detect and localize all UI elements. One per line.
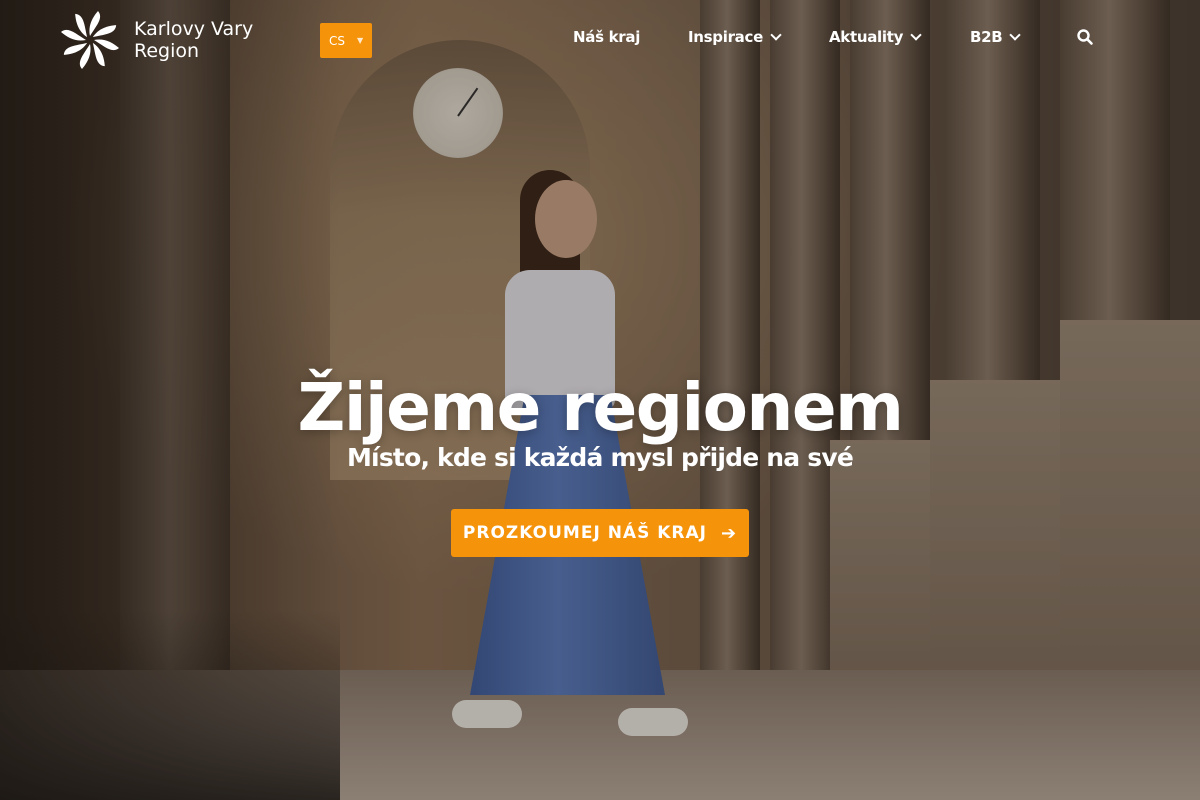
brand-name-line1: Karlovy Vary <box>134 18 254 40</box>
nav-item-nas-kraj[interactable]: Náš kraj <box>573 28 640 46</box>
hero-title: Žijeme regionem <box>297 369 904 447</box>
language-code: CS <box>329 33 345 48</box>
flower-logo-icon <box>61 11 119 69</box>
chevron-down-icon <box>910 29 922 41</box>
chevron-down-icon <box>1009 29 1022 41</box>
nav-item-b2b[interactable]: B2B <box>970 28 1022 46</box>
chevron-down-icon <box>770 29 782 41</box>
hero-subtitle: Místo, kde si každá mysl přijde na své <box>346 443 854 472</box>
nav-item-label: Náš kraj <box>573 28 641 46</box>
hero-section: Karlovy Vary Region CS ▼ Náš kraj Inspir… <box>0 0 1200 800</box>
explore-region-button[interactable]: PROZKOUMEJ NÁŠ KRAJ ➔ <box>451 509 749 557</box>
cta-label: PROZKOUMEJ NÁŠ KRAJ <box>462 523 707 543</box>
arrow-right-icon: ➔ <box>720 522 738 544</box>
site-header: Karlovy Vary Region CS ▼ Náš kraj Inspir… <box>0 0 1200 80</box>
brand-name: Karlovy Vary Region <box>134 18 253 62</box>
nav-item-label: Inspirace <box>688 28 763 46</box>
brand-logo[interactable]: Karlovy Vary Region <box>60 10 253 70</box>
chevron-down-icon: ▼ <box>357 36 364 45</box>
nav-item-inspirace[interactable]: Inspirace <box>688 28 782 46</box>
nav-item-aktuality[interactable]: Aktuality <box>829 28 922 46</box>
nav-item-label: Aktuality <box>829 28 904 46</box>
nav-item-label: B2B <box>970 28 1003 46</box>
language-selector[interactable]: CS ▼ <box>320 23 372 58</box>
search-icon[interactable] <box>1076 28 1094 46</box>
brand-name-line2: Region <box>134 40 200 62</box>
